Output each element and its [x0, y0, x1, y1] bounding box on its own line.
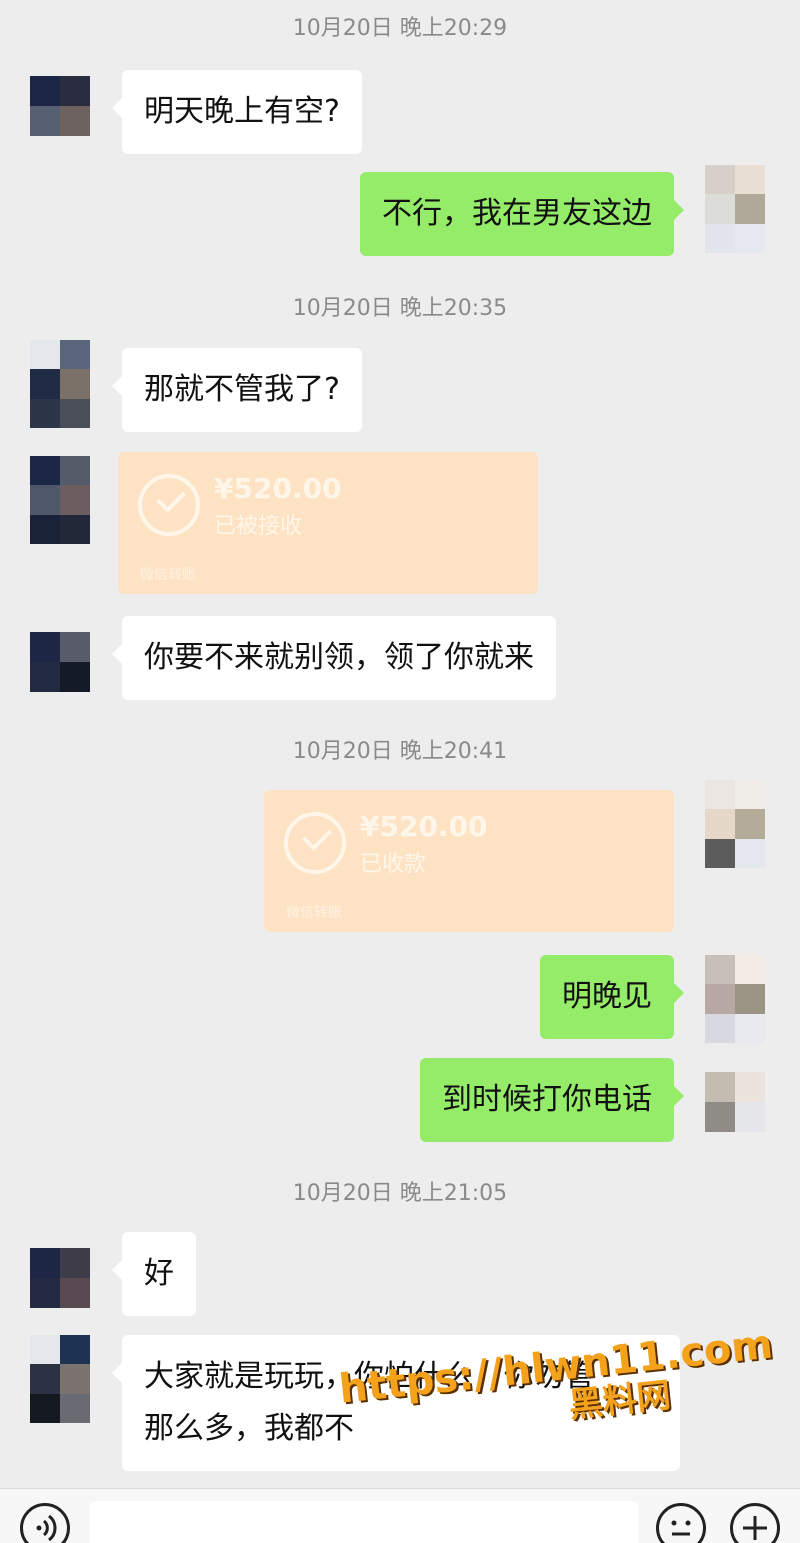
contact-avatar[interactable]	[30, 76, 90, 136]
user-avatar[interactable]	[705, 1072, 765, 1132]
check-circle-icon	[138, 474, 200, 536]
voice-icon[interactable]	[20, 1503, 70, 1543]
emoji-icon[interactable]	[656, 1503, 706, 1543]
contact-avatar[interactable]	[30, 1335, 90, 1423]
incoming-message[interactable]: 好	[112, 1232, 196, 1316]
contact-avatar[interactable]	[30, 632, 90, 692]
user-avatar[interactable]	[705, 955, 765, 1043]
timestamp: 10月20日 晚上21:05	[292, 1181, 508, 1206]
contact-avatar[interactable]	[30, 340, 90, 428]
outgoing-message[interactable]: 明晚见	[540, 955, 684, 1039]
message-input[interactable]	[90, 1501, 638, 1543]
transfer-amount: ¥520.00	[214, 472, 342, 505]
transfer-status: 已收款	[360, 852, 427, 877]
timestamp: 10月20日 晚上20:41	[292, 739, 508, 764]
transfer-source: 微信转账	[286, 905, 342, 921]
transfer-status: 已被接收	[214, 514, 303, 539]
timestamp: 10月20日 晚上20:29	[292, 16, 508, 41]
transfer-card[interactable]: ¥520.00 已被接收 微信转账	[118, 452, 538, 594]
outgoing-message[interactable]: 到时候打你电话	[420, 1058, 684, 1142]
incoming-message[interactable]: 你要不来就别领，领了你就来	[112, 616, 556, 700]
incoming-message[interactable]: 那就不管我了?	[112, 348, 362, 432]
contact-avatar[interactable]	[30, 1248, 90, 1308]
transfer-source: 微信转账	[140, 567, 196, 583]
plus-icon[interactable]	[730, 1503, 780, 1543]
incoming-message[interactable]: 明天晚上有空?	[112, 70, 362, 154]
transfer-amount: ¥520.00	[360, 810, 488, 843]
check-circle-icon	[284, 812, 346, 874]
outgoing-message[interactable]: 不行，我在男友这边	[360, 172, 684, 256]
user-avatar[interactable]	[705, 165, 765, 253]
user-avatar[interactable]	[705, 780, 765, 868]
timestamp: 10月20日 晚上20:35	[292, 296, 508, 321]
transfer-card[interactable]: ¥520.00 已收款 微信转账	[264, 790, 674, 932]
input-bar	[0, 1488, 800, 1543]
contact-avatar[interactable]	[30, 456, 90, 544]
